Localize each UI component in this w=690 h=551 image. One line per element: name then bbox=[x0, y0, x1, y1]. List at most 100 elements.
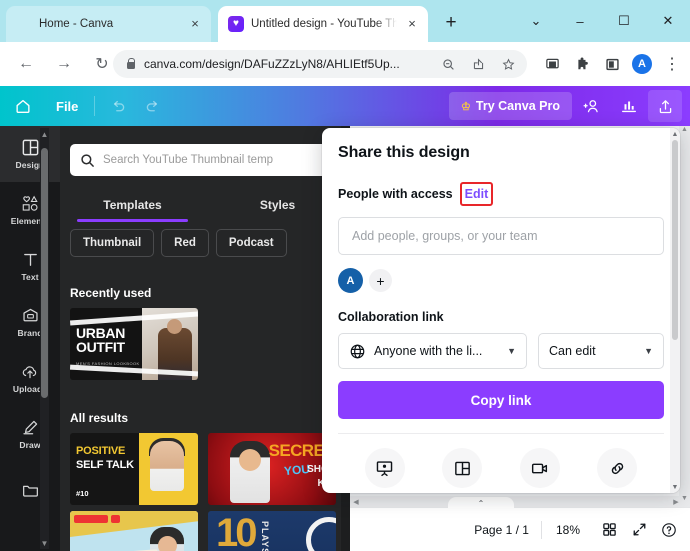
share-icon[interactable] bbox=[467, 53, 489, 75]
sidebar-item-label: Text bbox=[21, 272, 39, 282]
chip-podcast[interactable]: Podcast bbox=[215, 229, 287, 257]
avatar[interactable]: A bbox=[628, 50, 656, 78]
link-access-select[interactable]: Anyone with the li... ▼ bbox=[338, 333, 527, 369]
file-menu-button[interactable]: File bbox=[46, 99, 88, 114]
maximize-button[interactable]: ☐ bbox=[602, 0, 646, 42]
scrollbar-thumb[interactable] bbox=[672, 140, 678, 340]
add-collaborator-icon[interactable] bbox=[572, 86, 610, 126]
scrollbar-thumb[interactable] bbox=[41, 148, 48, 398]
card-title: 10 bbox=[216, 511, 257, 551]
chip-red[interactable]: Red bbox=[161, 229, 209, 257]
share-action-present-and-record[interactable]: Present and bbox=[501, 448, 579, 493]
template-card-urban-outfit[interactable]: URBAN OUTFIT MEN'S FASHION LOOKBOOK bbox=[70, 308, 198, 380]
sidebar-item-uploads[interactable]: Uploads bbox=[0, 350, 60, 406]
grid-pages-icon[interactable] bbox=[594, 515, 624, 545]
page-indicator[interactable]: Page 1 / 1 bbox=[462, 523, 541, 537]
section-title-recently-used: Recently used bbox=[70, 286, 152, 300]
star-icon[interactable] bbox=[497, 53, 519, 75]
browser-tab-home-canva[interactable]: Home - Canva × bbox=[6, 6, 211, 42]
new-tab-button[interactable]: + bbox=[440, 12, 462, 34]
chip-thumbnail[interactable]: Thumbnail bbox=[70, 229, 155, 257]
address-bar[interactable]: canva.com/design/DAFuZZzLyN8/AHLIEtf5Up.… bbox=[113, 50, 527, 78]
scroll-left-icon[interactable]: ◀ bbox=[350, 498, 362, 506]
undo-icon[interactable] bbox=[101, 98, 135, 115]
zoom-level[interactable]: 18% bbox=[542, 523, 594, 537]
sidebar-item-design[interactable]: Design bbox=[0, 126, 60, 182]
share-action-template-link[interactable]: Template link bbox=[424, 448, 502, 493]
browser-menu-icon[interactable]: ⋮ bbox=[658, 50, 686, 78]
people-with-access-row: People with access Edit bbox=[338, 182, 664, 206]
canvas-horizontal-scrollbar[interactable]: ◀ ▶ bbox=[350, 496, 682, 507]
card-caption: MEN'S FASHION LOOKBOOK bbox=[76, 361, 140, 366]
cast-icon[interactable] bbox=[538, 50, 566, 78]
sidebar-item-draw[interactable]: Draw bbox=[0, 406, 60, 462]
edit-access-link[interactable]: Edit bbox=[465, 187, 489, 201]
sidebar-item-elements[interactable]: Elements bbox=[0, 182, 60, 238]
canvas-vertical-scrollbar[interactable]: ▲ ▼ bbox=[679, 126, 690, 507]
canva-ring-icon bbox=[16, 16, 32, 32]
tab-label: Styles bbox=[259, 198, 296, 212]
brand-kit-icon bbox=[21, 306, 40, 325]
template-card-10-plays[interactable]: 10 PLAYS ::: bbox=[208, 511, 336, 551]
add-people-input[interactable]: Add people, groups, or your team bbox=[338, 217, 664, 255]
card-decor bbox=[306, 517, 336, 551]
copy-link-button[interactable]: Copy link bbox=[338, 381, 664, 419]
browser-tab-untitled-design[interactable]: ♥ Untitled design - YouTube Th × bbox=[218, 6, 428, 42]
canva-left-rail: Design Elements Text Brand Uploads Draw bbox=[0, 126, 60, 551]
link-settings-row: Anyone with the li... ▼ Can edit ▼ bbox=[338, 333, 664, 369]
sidebar-item-brand[interactable]: Brand bbox=[0, 294, 60, 350]
sidebar-item-projects[interactable] bbox=[0, 462, 60, 518]
avatar[interactable]: A bbox=[338, 268, 363, 293]
help-question-icon[interactable] bbox=[654, 515, 684, 545]
tab-templates[interactable]: Templates bbox=[60, 188, 205, 222]
present-screen-icon bbox=[364, 448, 405, 488]
try-canva-pro-button[interactable]: ♔ Try Canva Pro bbox=[449, 92, 572, 120]
extensions-puzzle-icon[interactable] bbox=[568, 50, 596, 78]
card-figure bbox=[150, 527, 184, 551]
scroll-up-icon[interactable]: ▲ bbox=[679, 126, 690, 138]
card-badge bbox=[74, 515, 108, 523]
card-figure bbox=[230, 441, 270, 503]
tab-search-icon[interactable]: ⌄ bbox=[514, 0, 558, 42]
template-layout-icon bbox=[442, 448, 483, 488]
close-window-button[interactable]: ✕ bbox=[646, 0, 690, 42]
avatar-initial: A bbox=[632, 54, 652, 74]
minimize-button[interactable]: – bbox=[558, 0, 602, 42]
filter-chips: Thumbnail Red Podcast bbox=[70, 229, 287, 257]
template-card-secret-you-should-know[interactable]: SECRET YOU SHOU KN bbox=[208, 433, 336, 505]
forward-icon[interactable]: → bbox=[48, 48, 80, 80]
template-card-holiday-vlog[interactable]: HOLIDAY VLOG bbox=[70, 511, 198, 551]
share-action-view-only-link[interactable]: View-only link bbox=[579, 448, 657, 493]
template-card-positive-self-talk[interactable]: POSITIVE SELF TALK #10 bbox=[70, 433, 198, 505]
browser-tab-title: Home - Canva bbox=[39, 18, 114, 30]
panel-expander-toggle[interactable]: ⌃ bbox=[448, 497, 514, 510]
zoom-out-icon[interactable] bbox=[437, 53, 459, 75]
close-icon[interactable]: × bbox=[187, 16, 203, 32]
home-icon[interactable] bbox=[0, 97, 46, 115]
share-action-present[interactable]: Present bbox=[346, 448, 424, 493]
scroll-down-icon[interactable]: ▼ bbox=[670, 481, 680, 493]
add-people-placeholder: Add people, groups, or your team bbox=[352, 229, 538, 243]
insights-bar-chart-icon[interactable] bbox=[610, 86, 648, 126]
add-person-button[interactable]: + bbox=[369, 269, 392, 292]
rail-scrollbar[interactable]: ▲ ▼ bbox=[40, 128, 49, 549]
back-icon[interactable]: ← bbox=[10, 48, 42, 80]
draw-pen-icon bbox=[21, 418, 40, 437]
scroll-right-icon[interactable]: ▶ bbox=[670, 498, 682, 506]
permission-select[interactable]: Can edit ▼ bbox=[538, 333, 664, 369]
side-panel-icon[interactable] bbox=[598, 50, 626, 78]
sidebar-item-text[interactable]: Text bbox=[0, 238, 60, 294]
share-dialog-body: Share this design People with access Edi… bbox=[322, 128, 680, 493]
divider bbox=[94, 96, 96, 116]
close-icon[interactable]: × bbox=[404, 16, 420, 32]
search-icon bbox=[80, 153, 95, 168]
globe-icon bbox=[349, 343, 366, 360]
search-input[interactable]: Search YouTube Thumbnail temp bbox=[70, 144, 338, 176]
redo-icon[interactable] bbox=[135, 98, 169, 115]
scroll-up-icon[interactable]: ▲ bbox=[670, 128, 680, 140]
scroll-down-icon[interactable]: ▼ bbox=[40, 537, 49, 549]
upload-export-icon[interactable] bbox=[648, 90, 682, 122]
expand-fullscreen-icon[interactable] bbox=[624, 515, 654, 545]
scroll-up-icon[interactable]: ▲ bbox=[40, 128, 49, 140]
share-dialog-scrollbar[interactable]: ▲ ▼ bbox=[670, 128, 680, 493]
